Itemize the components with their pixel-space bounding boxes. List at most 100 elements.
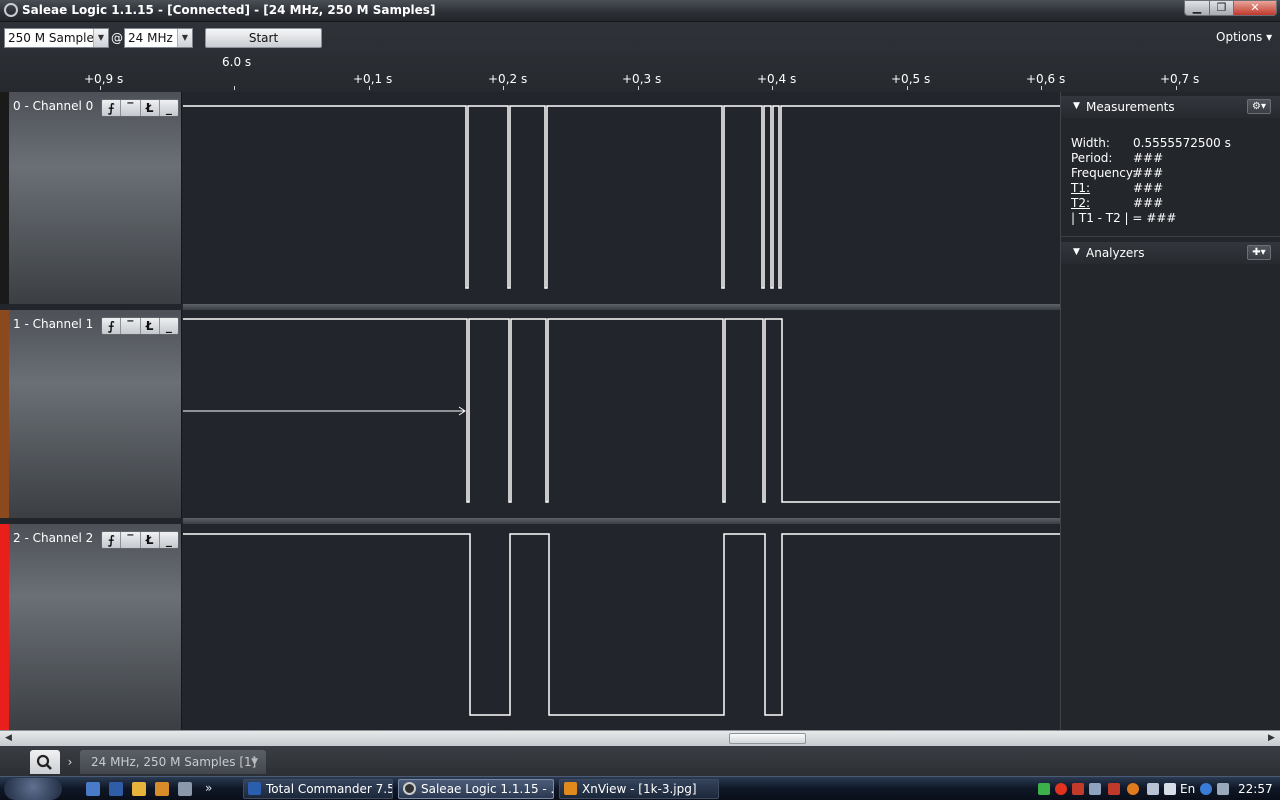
channel-label-pane: 1 - Channel 1 ⨍ ‾ Ł _ <box>0 310 182 518</box>
document-icon[interactable] <box>178 782 192 796</box>
tray-volume-icon[interactable] <box>1147 783 1159 795</box>
rising-edge-trigger-icon[interactable]: ⨍ <box>102 532 122 548</box>
measurement-value: 0.5555572500 s <box>1133 136 1231 150</box>
measurement-key[interactable]: T2: <box>1071 196 1133 210</box>
search-button[interactable] <box>30 750 60 774</box>
measurements-title: Measurements <box>1086 100 1175 114</box>
waveform-plot-1[interactable] <box>183 310 1060 518</box>
tray-sync-icon[interactable] <box>1200 783 1212 795</box>
channel-color-strip[interactable] <box>0 310 9 518</box>
chevron-right-icon[interactable]: › <box>63 750 77 774</box>
channel-name[interactable]: 2 - Channel 2 <box>13 531 93 545</box>
caret-down-icon: ▾ <box>1266 30 1273 44</box>
high-level-trigger-icon[interactable]: ‾ <box>121 532 141 548</box>
tick-mark <box>772 86 773 90</box>
capture-toolbar: 250 M Samples ▼ @ 24 MHz ▼ Start Options… <box>0 22 1280 92</box>
low-level-trigger-icon[interactable]: _ <box>160 532 178 548</box>
panel-divider[interactable] <box>1061 236 1280 237</box>
sample-rate-select[interactable]: 24 MHz ▼ <box>124 28 193 48</box>
channel-name[interactable]: 1 - Channel 1 <box>13 317 93 331</box>
os-taskbar: » Total Commander 7.5... Saleae Logic 1.… <box>0 776 1280 800</box>
low-level-trigger-icon[interactable]: _ <box>160 100 178 116</box>
tray-security-icon[interactable] <box>1038 783 1050 795</box>
chevron-down-icon[interactable]: ▼ <box>251 750 258 774</box>
tray-usb-icon[interactable] <box>1164 783 1176 795</box>
tick-mark <box>503 86 504 90</box>
total-commander-icon <box>248 782 261 795</box>
sample-count-select[interactable]: 250 M Samples ▼ <box>4 28 109 48</box>
session-tab[interactable]: 24 MHz, 250 M Samples [1] ▼ <box>80 750 266 774</box>
channel-color-strip[interactable] <box>0 92 9 304</box>
scroll-left-icon[interactable]: ◀ <box>5 733 12 743</box>
tray-display-icon[interactable] <box>1217 783 1229 795</box>
measurement-row-t2[interactable]: T2: ### <box>1071 196 1163 210</box>
task-total-commander[interactable]: Total Commander 7.5... <box>243 779 393 799</box>
measurement-key[interactable]: T1: <box>1071 181 1133 195</box>
horizontal-scrollbar[interactable]: ◀ ▶ <box>0 730 1280 746</box>
tick-mark <box>234 86 235 90</box>
window-title: Saleae Logic 1.1.15 - [Connected] - [24 … <box>22 3 436 17</box>
windows-start-button[interactable] <box>4 778 62 800</box>
trigger-buttons: ⨍ ‾ Ł _ <box>101 99 179 117</box>
task-xnview[interactable]: XnView - [1k-3.jpg] <box>559 779 719 799</box>
channel-color-strip[interactable] <box>0 524 9 730</box>
tray-app-icon[interactable] <box>1072 783 1084 795</box>
session-tab-label: 24 MHz, 250 M Samples [1] <box>91 755 257 769</box>
measurement-key: | T1 - T2 | = <box>1071 211 1143 225</box>
tray-network-icon[interactable] <box>1089 783 1101 795</box>
scrollbar-thumb[interactable] <box>729 733 806 744</box>
session-tab-bar: › 24 MHz, 250 M Samples [1] ▼ <box>0 746 1280 776</box>
taskbar-clock[interactable]: 22:57 <box>1238 782 1273 796</box>
falling-edge-trigger-icon[interactable]: Ł <box>141 532 160 548</box>
chevron-down-icon[interactable]: ▼ <box>93 29 108 47</box>
measurements-header[interactable]: ▼ Measurements ⚙▾ <box>1061 96 1280 118</box>
waveform-plot-2[interactable] <box>183 524 1060 730</box>
rising-edge-trigger-icon[interactable]: ⨍ <box>102 100 122 116</box>
measurement-value: ### <box>1133 181 1164 195</box>
tick-mark <box>1176 86 1177 90</box>
measurement-row-width: Width: 0.5555572500 s <box>1071 136 1231 150</box>
waveform-plot-0[interactable] <box>183 92 1060 304</box>
gear-icon[interactable]: ⚙▾ <box>1247 99 1271 114</box>
task-saleae-logic[interactable]: Saleae Logic 1.1.15 - ... <box>398 779 554 799</box>
low-level-trigger-icon[interactable]: _ <box>160 318 178 334</box>
options-label: Options <box>1216 30 1263 44</box>
high-level-trigger-icon[interactable]: ‾ <box>121 100 141 116</box>
options-menu[interactable]: Options ▾ <box>1216 30 1272 44</box>
close-button[interactable]: ✕ <box>1233 0 1277 16</box>
rising-edge-trigger-icon[interactable]: ⨍ <box>102 318 122 334</box>
chevron-down-icon[interactable]: ▼ <box>177 29 192 47</box>
saleae-icon <box>403 782 416 795</box>
signal-trace <box>183 105 1060 289</box>
analyzers-header[interactable]: ▼ Analyzers ✚▾ <box>1061 242 1280 264</box>
time-tick: +0,4 s <box>757 72 797 86</box>
minimize-button[interactable]: ▁ <box>1184 0 1210 16</box>
add-analyzer-icon[interactable]: ✚▾ <box>1247 245 1271 260</box>
side-panel: ▼ Measurements ⚙▾ Width: 0.5555572500 s P… <box>1060 92 1280 730</box>
keyboard-language[interactable]: En <box>1180 782 1195 796</box>
more-icon[interactable]: » <box>205 782 219 796</box>
tray-flash-icon[interactable] <box>1127 783 1139 795</box>
tray-opera-icon[interactable] <box>1055 783 1067 795</box>
channel-name[interactable]: 0 - Channel 0 <box>13 99 93 113</box>
waveform-area: 0 - Channel 0 ⨍ ‾ Ł _ 1 - Channel 1 ⨍ ‾ … <box>0 92 1060 730</box>
scroll-right-icon[interactable]: ▶ <box>1268 733 1275 743</box>
start-button[interactable]: Start <box>205 28 322 48</box>
xnview-icon[interactable] <box>155 782 169 796</box>
high-level-trigger-icon[interactable]: ‾ <box>121 318 141 334</box>
collapse-triangle-icon[interactable]: ▼ <box>1073 101 1080 111</box>
measurement-value: ### <box>1133 166 1164 180</box>
tick-mark <box>1041 86 1042 90</box>
maximize-button[interactable]: ❐ <box>1209 0 1234 16</box>
falling-edge-trigger-icon[interactable]: Ł <box>141 318 160 334</box>
time-tick: +0,3 s <box>622 72 662 86</box>
measurement-row-t1[interactable]: T1: ### <box>1071 181 1163 195</box>
paint-icon[interactable] <box>132 782 146 796</box>
falling-edge-trigger-icon[interactable]: Ł <box>141 100 160 116</box>
measurement-value: ### <box>1133 196 1164 210</box>
tray-tools-icon[interactable] <box>1108 783 1120 795</box>
sample-count-value: 250 M Samples <box>8 31 101 45</box>
save-icon[interactable] <box>109 782 123 796</box>
collapse-triangle-icon[interactable]: ▼ <box>1073 247 1080 257</box>
desktop-icon[interactable] <box>86 782 100 796</box>
